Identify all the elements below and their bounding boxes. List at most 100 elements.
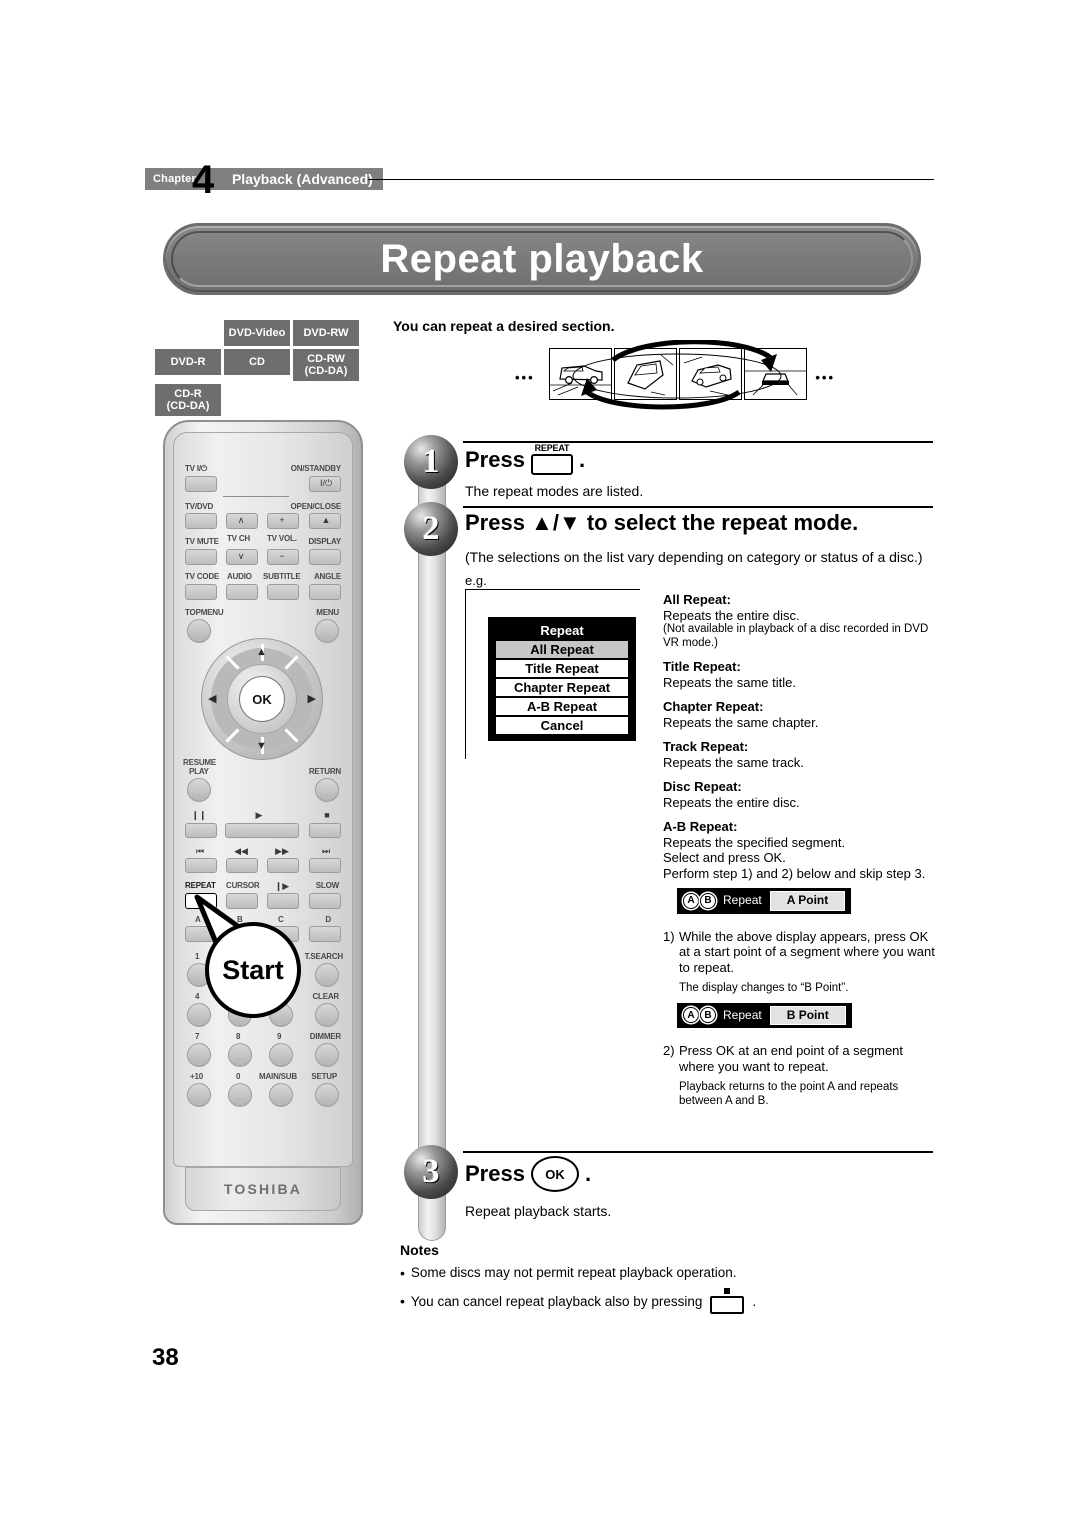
ab-repeat-word-a: Repeat: [723, 893, 762, 907]
btn-subtitle[interactable]: [267, 584, 299, 600]
osd-item-chapter-repeat[interactable]: Chapter Repeat: [496, 679, 628, 696]
chapter-number: 4: [192, 158, 215, 202]
btn-fast-forward[interactable]: [267, 858, 299, 873]
label-play: PLAY: [189, 767, 209, 776]
eject-icon: ▲: [321, 515, 331, 525]
step-2-number: 2: [404, 502, 458, 556]
btn-num-9[interactable]: [269, 1043, 293, 1067]
badge-dvd-rw: DVD-RW: [293, 320, 359, 346]
desc-body-track-repeat: Repeats the same track.: [663, 754, 804, 770]
chapter-title: Playback (Advanced): [199, 168, 383, 190]
osd-item-cancel[interactable]: Cancel: [496, 717, 628, 734]
btn-rewind[interactable]: [226, 858, 258, 873]
ab-substep-2: 2) Press OK at an end point of a segment…: [663, 1043, 941, 1074]
plus-icon: +: [279, 515, 285, 525]
badge-cd-r-line2: (CD-DA): [166, 400, 210, 412]
film-frame-1: [549, 348, 612, 400]
btn-play[interactable]: [225, 823, 299, 838]
step-icon: ❙▶: [274, 881, 290, 891]
btn-tv-power[interactable]: [185, 476, 217, 492]
btn-audio[interactable]: [226, 584, 258, 600]
osd-item-ab-repeat[interactable]: A-B Repeat: [496, 698, 628, 715]
dpad-down-icon[interactable]: ▼: [256, 740, 267, 752]
btn-dimmer[interactable]: [315, 1043, 339, 1067]
btn-resume-play[interactable]: [187, 778, 211, 802]
btn-return[interactable]: [315, 778, 339, 802]
dpad-left-icon[interactable]: ◀: [208, 692, 216, 705]
dpad-control[interactable]: ▲ ▼ ◀ ▶ OK: [201, 638, 323, 760]
stop-key-box: [710, 1296, 745, 1314]
repeat-key-icon: REPEAT: [530, 444, 573, 475]
desc-term-all-repeat: All Repeat:: [663, 592, 731, 607]
btn-slow[interactable]: [309, 893, 341, 909]
desc-term-track-repeat: Track Repeat:: [663, 739, 749, 754]
step-1-press-label: Press: [465, 446, 525, 472]
btn-tv-dvd[interactable]: [185, 513, 217, 529]
btn-display[interactable]: [309, 549, 341, 565]
repeat-key-box: [530, 454, 573, 475]
btn-num-4[interactable]: [187, 1003, 211, 1027]
label-c: C: [278, 915, 284, 924]
step-1-number: 1: [404, 435, 458, 489]
minus-icon: −: [279, 551, 285, 561]
btn-tv-mute[interactable]: [185, 549, 217, 565]
label-topmenu: TOPMENU: [185, 608, 224, 617]
label-subtitle: SUBTITLE: [263, 572, 301, 581]
label-tv-vol: TV VOL.: [267, 534, 297, 543]
btn-step[interactable]: [267, 893, 299, 909]
osd-item-all-repeat[interactable]: All Repeat: [496, 641, 628, 658]
badge-cd-r-line1: CD-R: [174, 388, 202, 400]
ok-key-icon: OK: [530, 1156, 579, 1192]
play-icon: ▶: [255, 810, 263, 820]
btn-setup[interactable]: [315, 1083, 339, 1107]
ab-substep-2-body: Press OK at an end point of a segment wh…: [679, 1043, 904, 1074]
label-angle: ANGLE: [313, 572, 341, 581]
osd-item-title-repeat[interactable]: Title Repeat: [496, 660, 628, 677]
repeat-mode-descriptions: All Repeat: Repeats the entire disc. (No…: [663, 592, 941, 1108]
dpad-up-icon[interactable]: ▲: [256, 646, 267, 658]
label-setup: SETUP: [311, 1072, 337, 1081]
btn-ok[interactable]: OK: [239, 676, 285, 722]
ab-repeat-display-b: A B Repeat B Point: [677, 1002, 852, 1028]
btn-clear[interactable]: [315, 1003, 339, 1027]
step-1-subtext: The repeat modes are listed.: [465, 483, 644, 499]
btn-t-search[interactable]: [315, 963, 339, 987]
btn-num-0[interactable]: [228, 1083, 252, 1107]
label-return: RETURN: [308, 767, 341, 776]
skip-back-icon: ⏮: [195, 846, 205, 856]
badge-cd-rw-line2: (CD-DA): [304, 365, 348, 377]
btn-main-sub[interactable]: [269, 1083, 293, 1107]
desc-body-title-repeat: Repeats the same title.: [663, 674, 796, 690]
label-num-8: 8: [236, 1032, 241, 1041]
label-tv-mute: TV MUTE: [185, 537, 219, 546]
disc-compatibility-badges: DVD-Video DVD-RW DVD-R CD CD-RW (CD-DA) …: [155, 320, 375, 419]
step-2-divider: [463, 506, 933, 508]
btn-d[interactable]: [309, 926, 341, 942]
desc-term-disc-repeat: Disc Repeat:: [663, 779, 742, 794]
badge-cd: CD: [224, 349, 290, 375]
btn-plus10[interactable]: [187, 1083, 211, 1107]
btn-tv-code[interactable]: [185, 584, 217, 600]
btn-angle[interactable]: [309, 584, 341, 600]
btn-num-7[interactable]: [187, 1043, 211, 1067]
step-1-number-text: 1: [422, 443, 440, 480]
ab-b-icon: B: [700, 892, 716, 909]
osd-menu-title: Repeat: [540, 623, 584, 638]
btn-pause[interactable]: [185, 823, 217, 838]
btn-skip-forward[interactable]: [309, 858, 341, 873]
step-1-heading: Press REPEAT .: [465, 444, 585, 475]
btn-skip-back[interactable]: [185, 858, 217, 873]
film-frame-4: [744, 348, 807, 400]
btn-stop[interactable]: [309, 823, 341, 838]
desc-body-chapter-repeat: Repeats the same chapter.: [663, 714, 819, 730]
step-1-divider: [463, 441, 933, 443]
note-item-1: • Some discs may not permit repeat playb…: [400, 1265, 737, 1280]
step-3-heading: Press OK .: [465, 1156, 591, 1192]
ab-substep-1-body: While the above display appears, press O…: [679, 928, 935, 975]
dpad-right-icon[interactable]: ▶: [308, 692, 316, 705]
btn-num-8[interactable]: [228, 1043, 252, 1067]
page-number: 38: [152, 1344, 179, 1371]
chevron-up-icon: ∧: [237, 515, 245, 525]
stop-icon: ■: [324, 810, 330, 820]
label-plus10: +10: [190, 1072, 203, 1081]
